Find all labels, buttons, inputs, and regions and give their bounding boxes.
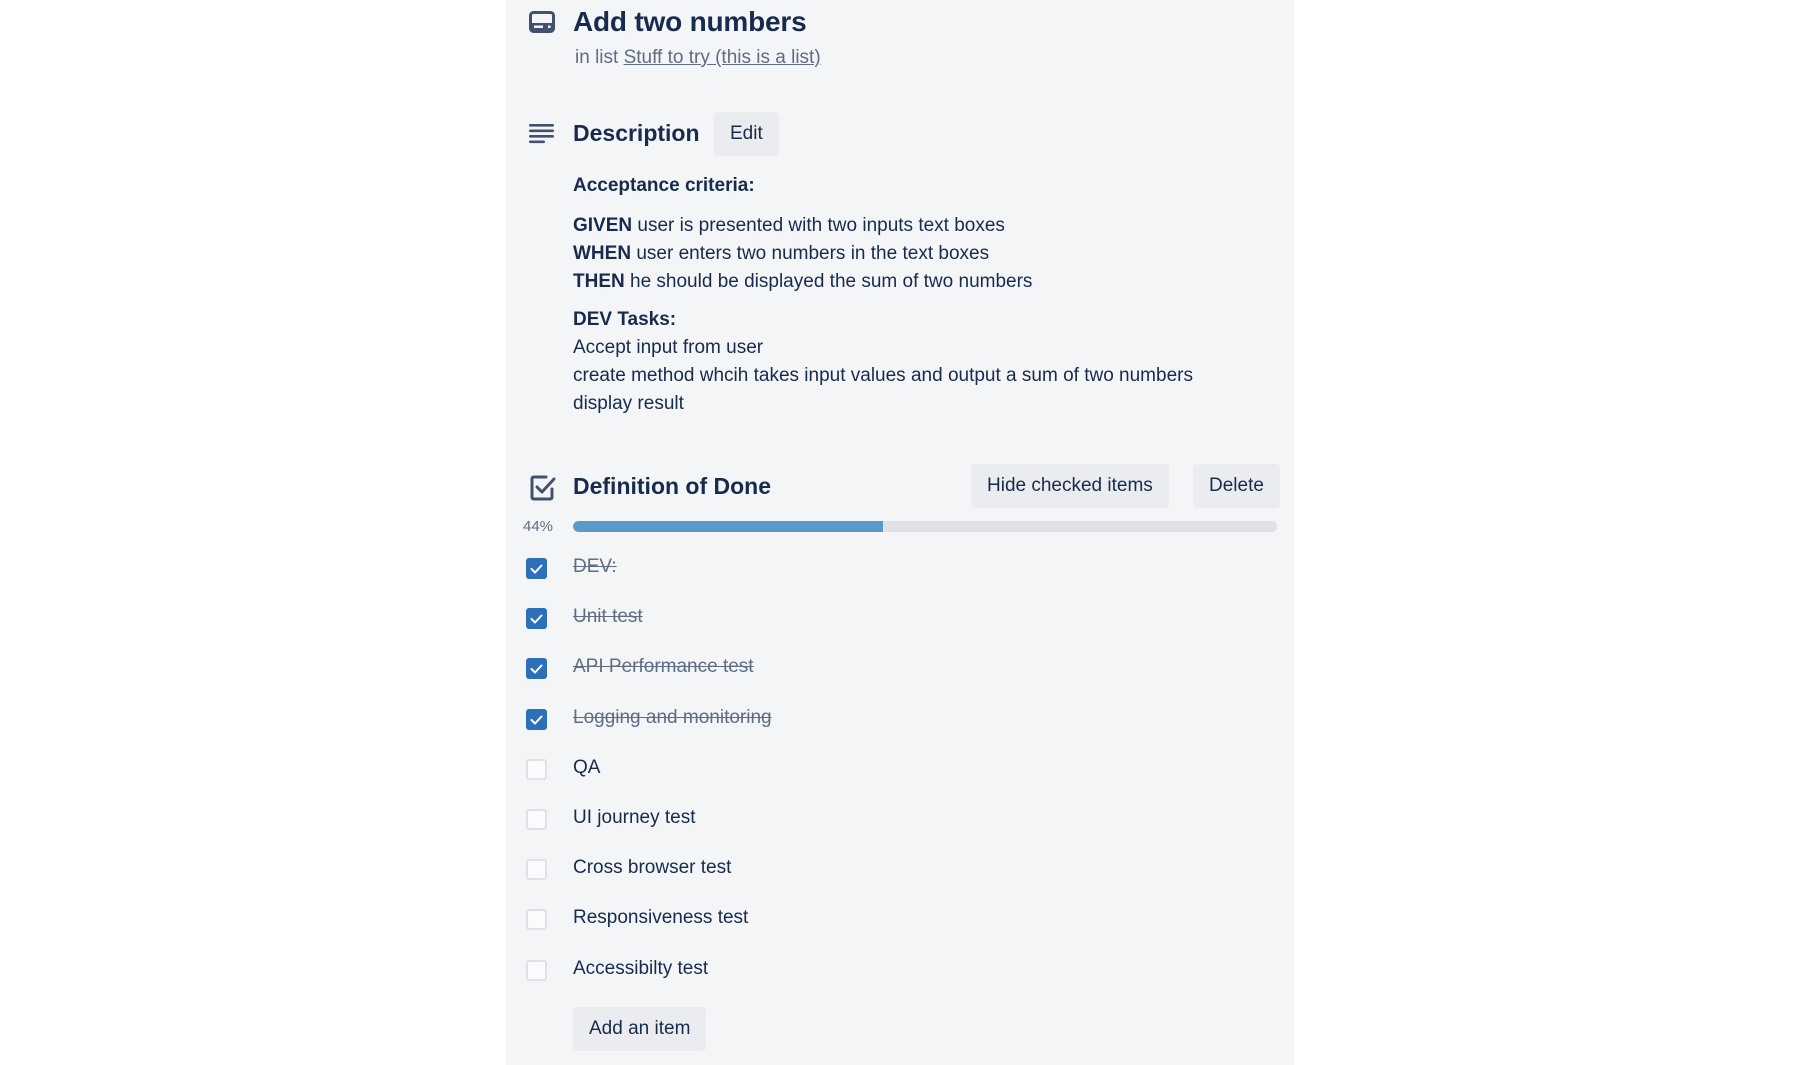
card-icon xyxy=(529,11,555,38)
checkbox-unchecked[interactable] xyxy=(526,960,547,981)
hide-checked-items-button[interactable]: Hide checked items xyxy=(971,464,1169,508)
criteria-text: user is presented with two inputs text b… xyxy=(632,215,1005,236)
acceptance-heading: Acceptance criteria: xyxy=(573,175,755,196)
criteria-list: GIVEN user is presented with two inputs … xyxy=(573,212,1273,296)
dev-task-line: create method whcih takes input values a… xyxy=(573,365,1193,386)
checklist-item[interactable]: Unit test xyxy=(526,599,1266,639)
edit-description-button[interactable]: Edit xyxy=(714,112,779,156)
checklist-item-label[interactable]: QA xyxy=(573,757,600,779)
checklist-icon xyxy=(530,475,556,506)
checkbox-unchecked[interactable] xyxy=(526,809,547,830)
checkmark-icon xyxy=(530,664,543,673)
checklist-item[interactable]: Responsiveness test xyxy=(526,900,1266,940)
dev-task-line: Accept input from user xyxy=(573,337,764,358)
checklist-item-label[interactable]: API Performance test xyxy=(573,656,754,678)
criteria-line: THEN he should be displayed the sum of t… xyxy=(573,268,1273,296)
checklist-item[interactable]: Accessibilty test xyxy=(526,951,1266,991)
description-icon xyxy=(529,124,555,149)
criteria-line: WHEN user enters two numbers in the text… xyxy=(573,240,1273,268)
checklist-item[interactable]: API Performance test xyxy=(526,649,1266,689)
checklist-item-label[interactable]: UI journey test xyxy=(573,807,696,829)
checklist-item-label[interactable]: Accessibilty test xyxy=(573,958,708,980)
progress-percent: 44% xyxy=(523,518,554,535)
description-heading: Description xyxy=(573,120,700,146)
checklist-item[interactable]: QA xyxy=(526,750,1266,790)
dev-tasks-heading: DEV Tasks: xyxy=(573,309,677,330)
criteria-text: he should be displayed the sum of two nu… xyxy=(624,271,1033,292)
checklist-item-label[interactable]: Unit test xyxy=(573,606,643,628)
checklist-item-label[interactable]: Responsiveness test xyxy=(573,907,748,929)
card-list-info: in list Stuff to try (this is a list) xyxy=(575,47,821,69)
checklist-item[interactable]: DEV: xyxy=(526,549,1266,589)
description-body: Acceptance criteria: GIVEN user is prese… xyxy=(573,172,1273,418)
list-prefix: in list xyxy=(575,47,619,68)
checkbox-unchecked[interactable] xyxy=(526,759,547,780)
checkbox-checked[interactable] xyxy=(526,558,547,579)
checklist-item[interactable]: Cross browser test xyxy=(526,850,1266,890)
dev-tasks: DEV Tasks: Accept input from user create… xyxy=(573,306,1273,418)
criteria-keyword: GIVEN xyxy=(573,215,633,236)
checklist-item-label[interactable]: Logging and monitoring xyxy=(573,707,772,729)
criteria-keyword: THEN xyxy=(573,271,625,292)
criteria-text: user enters two numbers in the text boxe… xyxy=(631,243,990,264)
card-title[interactable]: Add two numbers xyxy=(573,6,807,38)
checkbox-checked[interactable] xyxy=(526,658,547,679)
checklist-item[interactable]: UI journey test xyxy=(526,800,1266,840)
delete-checklist-button[interactable]: Delete xyxy=(1193,464,1280,508)
checkbox-checked[interactable] xyxy=(526,608,547,629)
card-detail-panel: Add two numbers in list Stuff to try (th… xyxy=(506,0,1294,1065)
list-link[interactable]: Stuff to try (this is a list) xyxy=(624,47,821,68)
criteria-keyword: WHEN xyxy=(573,243,632,264)
checkmark-icon xyxy=(530,614,543,623)
add-item-button[interactable]: Add an item xyxy=(573,1007,707,1051)
checklist-item-label[interactable]: Cross browser test xyxy=(573,857,731,879)
checklist-item-label[interactable]: DEV: xyxy=(573,556,617,578)
dev-task-line: display result xyxy=(573,393,684,414)
progress-bar-fill xyxy=(573,521,883,532)
checkmark-icon xyxy=(530,715,543,724)
criteria-line: GIVEN user is presented with two inputs … xyxy=(573,212,1273,240)
checklist-heading: Definition of Done xyxy=(573,473,772,499)
checkbox-checked[interactable] xyxy=(526,709,547,730)
checklist-item[interactable]: Logging and monitoring xyxy=(526,700,1266,740)
progress-bar xyxy=(573,521,1277,532)
checkbox-unchecked[interactable] xyxy=(526,909,547,930)
checkbox-unchecked[interactable] xyxy=(526,859,547,880)
checkmark-icon xyxy=(530,564,543,573)
